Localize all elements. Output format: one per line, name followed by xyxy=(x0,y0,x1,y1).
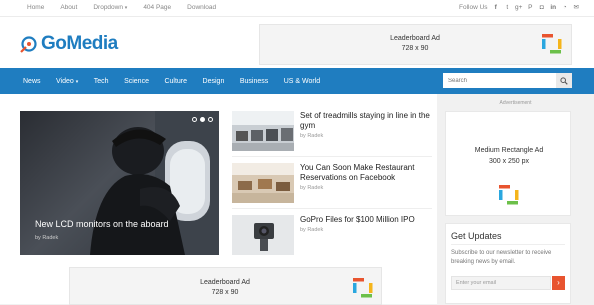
slider-dot[interactable] xyxy=(192,117,197,122)
top-nav: Home About Dropdown ▾ 404 Page Download xyxy=(27,4,232,11)
slider-dot[interactable] xyxy=(208,117,213,122)
top-nav-dropdown[interactable]: Dropdown ▾ xyxy=(93,4,127,11)
top-nav-dropdown-label: Dropdown xyxy=(93,4,123,11)
featured-image xyxy=(90,111,219,255)
facebook-icon[interactable]: f xyxy=(490,2,502,14)
ad-title: Leaderboard Ad xyxy=(200,279,250,286)
nav-item-us-world[interactable]: US & World xyxy=(284,78,320,85)
slider-dot-active[interactable] xyxy=(200,117,205,122)
rss-icon[interactable]: ◔ xyxy=(559,2,571,14)
email-icon[interactable]: ✉ xyxy=(571,2,583,14)
logo-target-icon xyxy=(20,36,37,53)
top-nav-download[interactable]: Download xyxy=(187,4,216,11)
advertisement-label: Advertisement xyxy=(499,100,532,106)
ad-size: 728 x 90 xyxy=(401,45,429,52)
post-title[interactable]: Set of treadmills staying in line in the… xyxy=(300,111,430,131)
site-logo[interactable]: GoMedia xyxy=(20,33,118,55)
top-nav-about[interactable]: About xyxy=(60,4,77,11)
search-icon xyxy=(560,76,568,85)
post-author: by Radek xyxy=(300,133,324,139)
search-button[interactable] xyxy=(556,73,572,88)
subscribe-button[interactable]: › xyxy=(552,276,565,290)
medium-rectangle-ad[interactable]: Medium Rectangle Ad 300 x 250 px xyxy=(445,111,571,216)
site-header: GoMedia Leaderboard Ad 728 x 90 xyxy=(0,17,594,68)
nav-item-video-label: Video xyxy=(56,77,74,85)
newsletter-widget: Get Updates Subscribe to our newsletter … xyxy=(445,223,571,304)
post-author: by Radek xyxy=(300,185,324,191)
top-nav-home[interactable]: Home xyxy=(27,4,44,11)
nav-item-culture[interactable]: Culture xyxy=(164,78,187,85)
list-item[interactable]: Set of treadmills staying in line in the… xyxy=(232,111,432,151)
twitter-icon[interactable]: t xyxy=(502,2,514,14)
post-title[interactable]: GoPro Files for $100 Million IPO xyxy=(300,215,430,225)
top-bar: Home About Dropdown ▾ 404 Page Download … xyxy=(0,0,594,17)
main-nav: News Video ▾ Tech Science Culture Design… xyxy=(23,68,336,94)
slider-dots xyxy=(192,117,213,122)
follow-us-label: Follow Us xyxy=(459,4,488,11)
pinterest-icon[interactable]: P xyxy=(525,2,537,14)
ad-title: Medium Rectangle Ad xyxy=(474,147,544,154)
post-thumbnail[interactable] xyxy=(232,163,294,203)
leaderboard-ad-top[interactable]: Leaderboard Ad 728 x 90 xyxy=(259,24,572,65)
chevron-down-icon: ▾ xyxy=(124,5,128,11)
linkedin-icon[interactable]: in xyxy=(548,2,560,14)
featured-author: by Radek xyxy=(35,235,59,241)
list-item[interactable]: GoPro Files for $100 Million IPO by Rade… xyxy=(232,215,432,255)
newsletter-description: Subscribe to our newsletter to receive b… xyxy=(451,250,552,265)
nav-item-science[interactable]: Science xyxy=(124,78,149,85)
leaderboard-ad-bottom[interactable]: Leaderboard Ad 728 x 90 xyxy=(69,267,382,305)
main-navbar: News Video ▾ Tech Science Culture Design… xyxy=(0,68,594,94)
google-plus-icon[interactable]: g+ xyxy=(513,2,525,14)
logo-text: GoMedia xyxy=(41,33,118,54)
ad-logo-icon xyxy=(353,278,373,298)
ad-logo-icon xyxy=(499,185,519,205)
featured-slider[interactable]: New LCD monitors on the aboard by Radek xyxy=(20,111,219,255)
nav-item-business[interactable]: Business xyxy=(240,78,268,85)
ad-size: 728 x 90 xyxy=(211,289,239,296)
nav-item-news[interactable]: News xyxy=(23,78,41,85)
post-title[interactable]: You Can Soon Make Restaurant Reservation… xyxy=(300,163,430,183)
chevron-down-icon: ▾ xyxy=(75,78,79,85)
ad-title: Leaderboard Ad xyxy=(390,35,440,42)
social-icons: f t g+ P ◘ in ◔ ✉ xyxy=(490,2,582,14)
top-nav-404[interactable]: 404 Page xyxy=(143,4,171,11)
post-thumbnail[interactable] xyxy=(232,215,294,255)
divider xyxy=(232,156,432,157)
featured-title[interactable]: New LCD monitors on the aboard xyxy=(35,219,169,229)
list-item[interactable]: You Can Soon Make Restaurant Reservation… xyxy=(232,163,432,203)
ad-logo-icon xyxy=(542,34,562,54)
widget-title: Get Updates xyxy=(451,231,502,241)
ad-size: 300 x 250 px xyxy=(488,158,530,165)
email-field[interactable]: Enter your email xyxy=(451,276,551,290)
instagram-icon[interactable]: ◘ xyxy=(536,2,548,14)
divider xyxy=(232,208,432,209)
divider xyxy=(451,244,565,245)
nav-item-design[interactable]: Design xyxy=(203,78,225,85)
nav-item-tech[interactable]: Tech xyxy=(94,78,109,85)
nav-item-video[interactable]: Video ▾ xyxy=(56,78,78,85)
post-author: by Radek xyxy=(300,227,324,233)
search-input[interactable] xyxy=(443,73,556,88)
post-thumbnail[interactable] xyxy=(232,111,294,151)
